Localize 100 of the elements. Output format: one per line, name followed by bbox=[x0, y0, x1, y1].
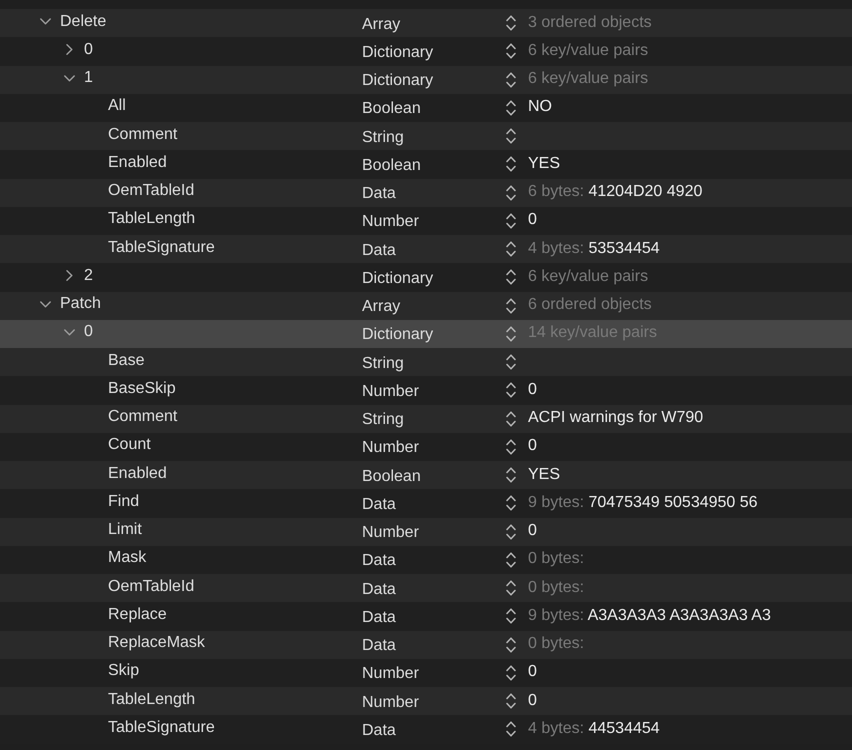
outline-row[interactable]: Patch Array 6 ordered objects bbox=[0, 292, 852, 320]
up-down-chevron-icon[interactable] bbox=[506, 524, 516, 540]
up-down-chevron-icon[interactable] bbox=[506, 354, 516, 370]
key-text: Replace bbox=[108, 604, 167, 625]
type-text: Boolean bbox=[362, 468, 421, 485]
outline-row[interactable]: Enabled Boolean YES bbox=[0, 461, 852, 490]
outline-row[interactable]: Limit Number 0 bbox=[0, 518, 852, 546]
type-text: Data bbox=[362, 580, 396, 598]
type-text: String bbox=[362, 128, 404, 146]
up-down-chevron-icon[interactable] bbox=[506, 438, 516, 455]
key-text: All bbox=[108, 96, 126, 116]
up-down-chevron-icon[interactable] bbox=[506, 128, 516, 144]
up-down-chevron-icon[interactable] bbox=[506, 721, 516, 738]
chevron-down-icon[interactable] bbox=[40, 298, 51, 310]
key-text: 0 bbox=[84, 322, 93, 342]
up-down-chevron-icon[interactable] bbox=[506, 552, 516, 568]
up-down-chevron-icon[interactable] bbox=[506, 326, 516, 342]
key-text: Enabled bbox=[108, 152, 167, 173]
up-down-chevron-icon[interactable] bbox=[506, 298, 516, 314]
value-text: NO bbox=[528, 97, 552, 118]
up-down-chevron-icon[interactable] bbox=[506, 693, 516, 710]
outline-row[interactable]: TableSignature Data 4 bytes: 53534454 bbox=[0, 235, 852, 264]
value-text: 9 bytes: A3A3A3A3 A3A3A3A3 A3 bbox=[528, 606, 771, 626]
type-text: Data bbox=[362, 722, 396, 739]
value-text: 6 key/value pairs bbox=[528, 266, 648, 287]
up-down-chevron-icon[interactable] bbox=[506, 212, 516, 229]
up-down-chevron-icon[interactable] bbox=[506, 382, 516, 398]
type-text: Number bbox=[362, 524, 419, 542]
outline-row[interactable]: OemTableId Data 6 bytes: 41204D20 4920 bbox=[0, 178, 852, 207]
type-text: Dictionary bbox=[362, 326, 434, 344]
key-text: Enabled bbox=[108, 464, 167, 484]
up-down-chevron-icon[interactable] bbox=[506, 269, 516, 286]
key-text: 2 bbox=[84, 266, 93, 286]
key-text: Delete bbox=[60, 12, 106, 32]
outline-row[interactable]: Comment String ACPI warnings for W790 bbox=[0, 404, 852, 433]
type-text: Number bbox=[362, 439, 419, 456]
value-text: YES bbox=[528, 154, 560, 174]
key-text: ReplaceMask bbox=[108, 633, 205, 654]
value-text: 4 bytes: 44534454 bbox=[528, 718, 660, 739]
outline-row[interactable]: Comment String bbox=[0, 122, 852, 150]
up-down-chevron-icon[interactable] bbox=[506, 184, 516, 201]
type-text: Data bbox=[362, 185, 396, 202]
key-text: Find bbox=[108, 492, 140, 512]
type-text: Array bbox=[362, 16, 400, 33]
type-text: Data bbox=[362, 242, 396, 259]
type-text: Dictionary bbox=[362, 72, 434, 90]
value-text: 3 ordered objects bbox=[528, 12, 652, 33]
key-text: TableLength bbox=[108, 209, 196, 230]
outline-row[interactable]: 1 Dictionary 6 key/value pairs bbox=[0, 66, 852, 94]
value-text: 4 bytes: 53534454 bbox=[528, 238, 660, 259]
type-text: Number bbox=[362, 665, 419, 682]
outline-row[interactable]: ReplaceMask Data 0 bytes: bbox=[0, 630, 852, 659]
type-text: Number bbox=[362, 382, 419, 400]
type-text: Data bbox=[362, 496, 396, 513]
key-text: TableLength bbox=[108, 690, 196, 710]
key-text: Mask bbox=[108, 548, 146, 568]
chevron-down-icon[interactable] bbox=[40, 16, 51, 28]
up-down-chevron-icon[interactable] bbox=[506, 15, 516, 32]
value-text: 0 bbox=[528, 210, 537, 230]
key-text: 0 bbox=[84, 40, 93, 60]
value-text: 0 bbox=[528, 436, 537, 456]
up-down-chevron-icon[interactable] bbox=[506, 241, 516, 258]
outline-row[interactable]: Base String bbox=[0, 348, 852, 376]
outline-row[interactable]: OemTableId Data 0 bytes: bbox=[0, 574, 852, 602]
value-text: 0 bbox=[528, 521, 537, 542]
chevron-right-icon[interactable] bbox=[64, 44, 75, 56]
up-down-chevron-icon[interactable] bbox=[506, 495, 516, 512]
value-text: 6 key/value pairs bbox=[528, 40, 648, 61]
up-down-chevron-icon[interactable] bbox=[506, 467, 516, 484]
up-down-chevron-icon[interactable] bbox=[506, 100, 516, 116]
type-text: Number bbox=[362, 213, 419, 230]
chevron-down-icon[interactable] bbox=[64, 72, 75, 84]
key-text: TableSignature bbox=[108, 238, 215, 258]
up-down-chevron-icon[interactable] bbox=[506, 664, 516, 681]
up-down-chevron-icon[interactable] bbox=[506, 608, 516, 624]
up-down-chevron-icon[interactable] bbox=[506, 72, 516, 88]
value-text: YES bbox=[528, 464, 560, 485]
up-down-chevron-icon[interactable] bbox=[506, 410, 516, 427]
key-text: OemTableId bbox=[108, 576, 194, 597]
type-text: Boolean bbox=[362, 156, 421, 174]
up-down-chevron-icon[interactable] bbox=[506, 43, 516, 60]
key-text: OemTableId bbox=[108, 181, 194, 202]
key-text: Comment bbox=[108, 124, 178, 145]
key-text: TableSignature bbox=[108, 718, 215, 738]
type-text: Data bbox=[362, 552, 396, 570]
type-text: String bbox=[362, 411, 404, 428]
outline-row[interactable]: TableLength Number 0 bbox=[0, 687, 852, 716]
key-text: 1 bbox=[84, 68, 93, 88]
value-text: 0 bytes: bbox=[528, 578, 584, 598]
type-text: String bbox=[362, 354, 404, 372]
type-text: Array bbox=[362, 298, 400, 316]
chevron-right-icon[interactable] bbox=[64, 270, 75, 282]
up-down-chevron-icon[interactable] bbox=[506, 580, 516, 596]
type-text: Data bbox=[362, 637, 396, 654]
type-text: Number bbox=[362, 694, 419, 711]
outline-row[interactable]: Delete Array 3 ordered objects bbox=[0, 9, 852, 38]
up-down-chevron-icon[interactable] bbox=[506, 636, 516, 653]
up-down-chevron-icon[interactable] bbox=[506, 156, 516, 172]
chevron-down-icon[interactable] bbox=[64, 326, 75, 338]
value-text: 6 key/value pairs bbox=[528, 69, 648, 90]
